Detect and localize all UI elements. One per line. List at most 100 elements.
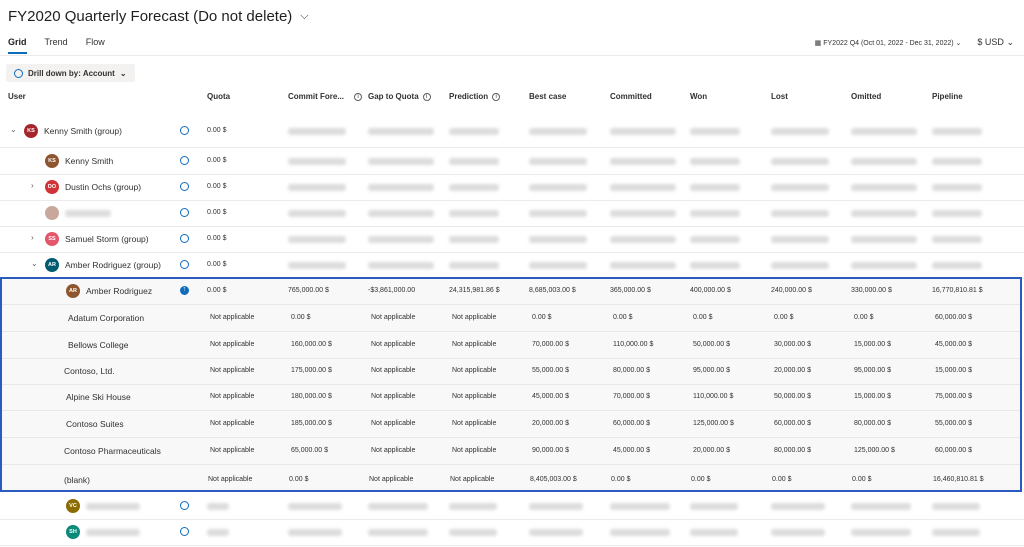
quota-cell: 0.00 $: [207, 235, 227, 242]
redacted-value: [932, 128, 982, 135]
user-name[interactable]: Kenny Smith (group): [44, 126, 122, 136]
calendar-icon: ▦: [814, 39, 822, 47]
redacted-value: [610, 503, 670, 510]
value-cell: Not applicable: [452, 341, 497, 348]
redacted-value: [932, 529, 980, 536]
account-name[interactable]: Adatum Corporation: [68, 313, 144, 323]
value-cell: 0.00 $: [774, 314, 794, 321]
col-won[interactable]: Won: [690, 92, 707, 101]
drill-up-icon[interactable]: [180, 286, 189, 295]
chevron-down-icon: ⌄: [955, 39, 962, 47]
chevron-down-icon[interactable]: ⌄: [31, 259, 38, 268]
tab-flow[interactable]: Flow: [86, 37, 105, 54]
redacted-value: [690, 262, 740, 269]
avatar: KS: [24, 124, 38, 138]
account-name[interactable]: Alpine Ski House: [66, 392, 131, 402]
value-cell: Not applicable: [210, 447, 255, 454]
value-cell: Not applicable: [208, 476, 253, 483]
redacted-value: [449, 158, 499, 165]
avatar: AR: [66, 284, 80, 298]
value-cell: 0.00 $: [207, 287, 227, 294]
hierarchy-icon[interactable]: [180, 260, 189, 269]
redacted-value: [368, 529, 428, 536]
redacted-value: [449, 210, 499, 217]
redacted-value: [288, 184, 346, 191]
value-cell: 20,000.00 $: [693, 447, 730, 454]
redacted-value: [771, 158, 829, 165]
period-selector[interactable]: ▦ FY2022 Q4 (Oct 01, 2022 - Dec 31, 2022…: [815, 39, 962, 47]
value-cell: Not applicable: [452, 393, 497, 400]
hierarchy-icon[interactable]: [180, 527, 189, 536]
account-name[interactable]: Contoso, Ltd.: [64, 366, 115, 376]
redacted-value: [610, 236, 676, 243]
col-user[interactable]: User: [8, 92, 26, 101]
tab-grid[interactable]: Grid: [8, 37, 27, 54]
value-cell: 0.00 $: [289, 476, 309, 483]
value-cell: Not applicable: [210, 314, 255, 321]
redacted-value: [690, 236, 740, 243]
hierarchy-icon[interactable]: [180, 156, 189, 165]
col-commit-label: Commit Fore...: [288, 92, 345, 101]
hierarchy-icon[interactable]: [180, 182, 189, 191]
value-cell: 0.00 $: [693, 314, 713, 321]
info-icon[interactable]: i: [492, 92, 501, 101]
value-cell: 0.00 $: [854, 314, 874, 321]
header-divider: [0, 55, 1024, 56]
value-cell: 0.00 $: [532, 314, 552, 321]
avatar: [45, 206, 59, 220]
col-quota[interactable]: Quota: [207, 92, 230, 101]
account-name[interactable]: Bellows College: [68, 340, 128, 350]
value-cell: 110,000.00 $: [693, 393, 734, 400]
col-gap[interactable]: Gap to Quota i: [368, 92, 431, 101]
chevron-down-icon[interactable]: ⌵: [300, 10, 308, 23]
redacted-value: [610, 262, 676, 269]
hierarchy-icon[interactable]: [180, 208, 189, 217]
col-omitted[interactable]: Omitted: [851, 92, 881, 101]
hierarchy-icon[interactable]: [180, 234, 189, 243]
page-title[interactable]: FY2020 Quarterly Forecast (Do not delete…: [8, 8, 309, 25]
user-name[interactable]: Samuel Storm (group): [65, 234, 149, 244]
value-cell: 50,000.00 $: [774, 393, 811, 400]
redacted-value: [368, 158, 434, 165]
value-cell: 80,000.00 $: [613, 367, 650, 374]
redacted-value: [771, 529, 825, 536]
value-cell: 0.00 $: [772, 476, 792, 483]
value-cell: 0.00 $: [613, 314, 633, 321]
info-icon[interactable]: i: [422, 92, 431, 101]
drill-down-button[interactable]: Drill down by: Account ⌄: [6, 64, 135, 82]
account-name[interactable]: Contoso Pharmaceuticals: [64, 446, 161, 456]
redacted-value: [288, 128, 346, 135]
hierarchy-icon[interactable]: [180, 501, 189, 510]
redacted-value: [529, 184, 587, 191]
redacted-value: [771, 503, 825, 510]
col-committed[interactable]: Committed: [610, 92, 652, 101]
col-best[interactable]: Best case: [529, 92, 566, 101]
info-icon[interactable]: i: [354, 92, 363, 101]
col-prediction[interactable]: Prediction i: [449, 92, 501, 101]
header-controls: ▦ FY2022 Q4 (Oct 01, 2022 - Dec 31, 2022…: [815, 37, 1014, 48]
value-cell: 60,000.00 $: [935, 447, 972, 454]
currency-selector[interactable]: $ USD ⌄: [977, 37, 1014, 48]
user-name[interactable]: Amber Rodriguez: [86, 286, 152, 296]
value-cell: 70,000.00 $: [613, 393, 650, 400]
value-cell: Not applicable: [452, 447, 497, 454]
redacted-value: [368, 503, 428, 510]
chevron-right-icon[interactable]: ›: [31, 181, 34, 190]
redacted-value: [288, 158, 346, 165]
account-name[interactable]: Contoso Suites: [66, 419, 124, 429]
tab-trend[interactable]: Trend: [45, 37, 68, 54]
chevron-right-icon[interactable]: ›: [31, 233, 34, 242]
account-name[interactable]: (blank): [64, 475, 90, 485]
hierarchy-icon[interactable]: [180, 126, 189, 135]
redacted-value: [449, 236, 499, 243]
redacted-value: [851, 503, 911, 510]
chevron-down-icon[interactable]: ⌄: [10, 125, 17, 134]
col-lost[interactable]: Lost: [771, 92, 788, 101]
user-name[interactable]: Amber Rodriguez (group): [65, 260, 161, 270]
user-name[interactable]: Dustin Ochs (group): [65, 182, 141, 192]
col-pipeline[interactable]: Pipeline: [932, 92, 963, 101]
view-tabs: Grid Trend Flow: [8, 37, 105, 54]
user-name[interactable]: Kenny Smith: [65, 156, 113, 166]
redacted-value: [288, 262, 346, 269]
col-commit[interactable]: Commit Fore... i: [288, 92, 363, 101]
